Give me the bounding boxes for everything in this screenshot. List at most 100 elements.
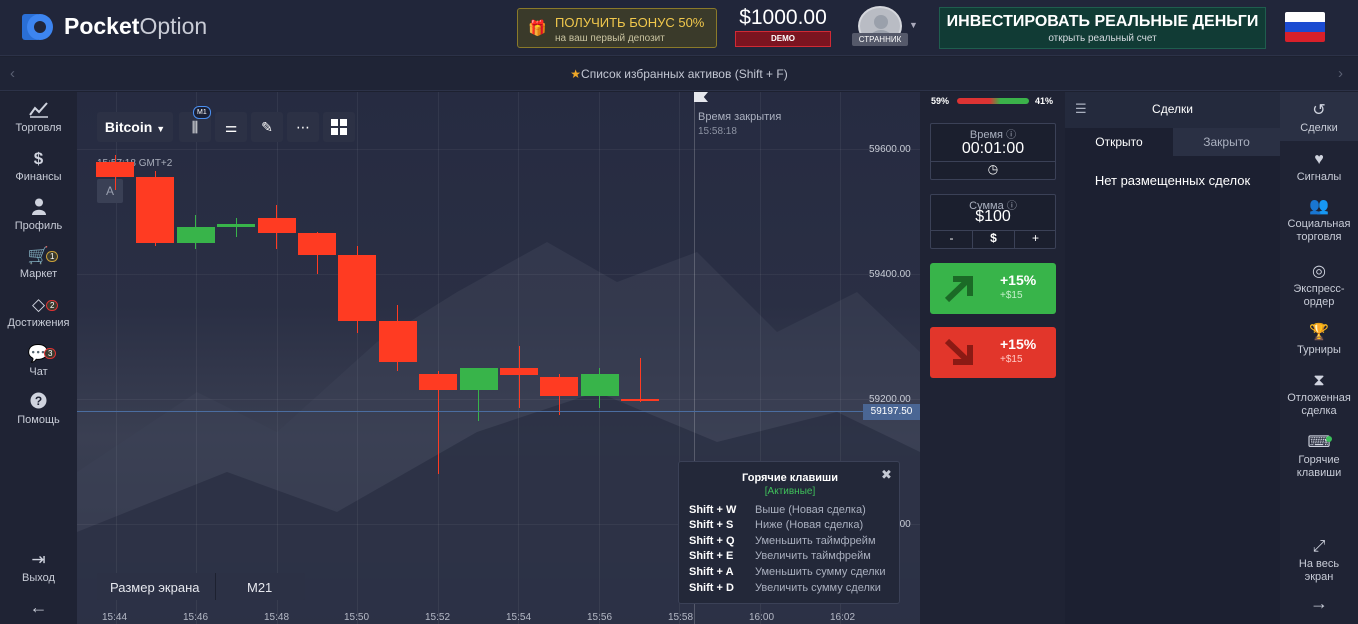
nav-finance[interactable]: $ Финансы (0, 149, 77, 183)
right-nav-signals-label: Сигналы (1296, 171, 1342, 183)
right-nav-social-label: Социальная (1287, 218, 1351, 230)
left-sidebar: Торговля $ Финансы Профиль 🛒 Маркет 1 ◇ … (0, 92, 77, 624)
candle-body (298, 233, 336, 256)
right-nav-fullscreen[interactable]: ⤢ На весь экран (1280, 537, 1358, 584)
nav-market[interactable]: 🛒 Маркет 1 (0, 246, 77, 280)
screen-size-value[interactable]: M21 (247, 580, 272, 595)
right-nav-tournaments-label: Турниры (1297, 344, 1341, 356)
pocket-option-logo-icon[interactable] (22, 12, 56, 42)
right-nav-hotkeys[interactable]: ⌨ Горячие клавиши (1280, 433, 1358, 480)
logo-text[interactable]: PocketOption (64, 13, 207, 40)
hotkey-key: Shift + D (689, 582, 734, 594)
time-tick: 15:46 (183, 612, 209, 623)
invest-real-money-button[interactable]: ИНВЕСТИРОВАТЬ РЕАЛЬНЫЕ ДЕНЬГИ открыть ре… (939, 7, 1266, 49)
user-status-label: СТРАННИК (852, 33, 908, 46)
time-tick: 16:02 (830, 612, 856, 623)
arrow-down-right-icon (944, 338, 973, 365)
invest-subtitle: открыть реальный счет (1048, 33, 1157, 44)
users-icon: 👥 (1309, 198, 1329, 215)
chevron-down-icon[interactable]: ▼ (909, 20, 918, 30)
hourglass-icon: ⧗ (1313, 372, 1325, 389)
amount-field[interactable]: Сумма ⓘ $100 - $ + (930, 194, 1056, 249)
hotkey-action: Уменьшить сумму сделки (755, 566, 886, 578)
time-tick: 15:52 (425, 612, 451, 623)
time-tick: 15:56 (587, 612, 613, 623)
candle-body (338, 255, 377, 321)
candle-body (500, 367, 538, 376)
nav-profile[interactable]: Профиль (0, 198, 77, 232)
dollar-icon: $ (33, 149, 44, 168)
right-nav-express[interactable]: ◎ Экспресс- ордер (1280, 262, 1358, 309)
amount-decrease-button[interactable]: - (931, 231, 972, 245)
buy-up-button[interactable]: +15% +$15 (930, 263, 1056, 314)
amount-value[interactable]: $100 (931, 208, 1055, 226)
screen-size-control[interactable]: Размер экрана M21 (97, 573, 305, 600)
up-profit: +$15 (1000, 290, 1023, 301)
hotkey-action: Выше (Новая сделка) (755, 504, 866, 516)
candle-wick (639, 358, 641, 403)
right-nav-fullscreen-label: На весь (1298, 558, 1340, 570)
arrow-up-right-icon (944, 276, 973, 303)
right-nav-signals[interactable]: ♥ Сигналы (1280, 150, 1358, 184)
right-sidebar: ↺ Сделки ♥ Сигналы 👥 Социальная торговля… (1280, 92, 1358, 624)
deals-header: ☰ Сделки (1065, 92, 1280, 128)
nav-logout[interactable]: ⇥ Выход (0, 550, 77, 584)
collapse-arrow-icon[interactable]: ← (0, 597, 77, 618)
time-tick: 15:44 (102, 612, 128, 623)
nav-trade[interactable]: Торговля (0, 100, 77, 134)
candle-body (96, 161, 134, 178)
sentiment-bar (957, 98, 1029, 104)
target-icon: ◎ (1312, 263, 1326, 280)
russia-flag-icon[interactable] (1285, 12, 1325, 42)
hotkey-key: Shift + Q (689, 535, 735, 547)
candle-body (217, 224, 256, 228)
hotkeys-status: [Активные] (764, 486, 816, 497)
arrow-right-icon[interactable]: → (1280, 594, 1358, 612)
sell-down-button[interactable]: +15% +$15 (930, 327, 1056, 378)
bonus-button[interactable]: 🎁 ПОЛУЧИТЬ БОНУС 50% на ваш первый депоз… (517, 8, 717, 48)
top-bar: PocketOption 🎁 ПОЛУЧИТЬ БОНУС 50% на ваш… (0, 0, 1358, 56)
time-field[interactable]: Время ⓘ 00:01:00 ◷ (930, 123, 1056, 180)
nav-profile-label: Профиль (14, 220, 63, 232)
right-nav-deals[interactable]: ↺ Сделки (1280, 101, 1358, 135)
amount-increase-button[interactable]: + (1015, 231, 1056, 245)
favorites-link[interactable]: ★Список избранных активов (Shift + F) (0, 67, 1358, 81)
account-balance[interactable]: $1000.00 (733, 6, 833, 30)
nav-help[interactable]: ? Помощь (0, 392, 77, 426)
currency-button[interactable]: $ (973, 231, 1014, 245)
heart-pulse-icon: ♥ (1314, 151, 1324, 168)
candle-body (419, 374, 458, 390)
hotkeys-popup: Горячие клавиши [Активные] ✖ Shift + W В… (678, 461, 900, 604)
close-icon[interactable]: ✖ (881, 467, 892, 483)
nav-help-label: Помощь (17, 414, 60, 426)
star-icon: ★ (570, 67, 582, 81)
tab-closed[interactable]: Закрыто (1173, 128, 1280, 156)
chevron-right-icon[interactable]: › (1338, 65, 1343, 82)
nav-achievements[interactable]: ◇ Достижения 2 (0, 295, 77, 329)
candle-body (540, 377, 579, 396)
right-nav-social[interactable]: 👥 Социальная торговля (1280, 197, 1358, 244)
right-nav-fullscreen-label-2: экран (1304, 571, 1334, 583)
time-tick: 16:00 (749, 612, 775, 623)
question-circle-icon: ? (0, 392, 77, 414)
nav-achievements-label: Достижения (7, 317, 70, 329)
hotkey-key: Shift + S (689, 519, 734, 531)
time-tick: 15:48 (264, 612, 290, 623)
tab-open[interactable]: Открыто (1065, 128, 1173, 156)
nav-chat[interactable]: 💬 Чат 3 (0, 344, 77, 378)
candle-body (621, 399, 660, 401)
right-nav-tournaments[interactable]: 🏆 Турниры (1280, 323, 1358, 357)
right-nav-pending[interactable]: ⧗ Отложенная сделка (1280, 371, 1358, 418)
nav-trade-label: Торговля (15, 122, 62, 134)
candle-wick (235, 217, 237, 237)
trade-panel: 59% 41% Время ⓘ 00:01:00 ◷ Сумма ⓘ $100 … (920, 92, 1065, 624)
down-profit: +$15 (1000, 354, 1023, 365)
nav-market-label: Маркет (19, 268, 58, 280)
clock-icon[interactable]: ◷ (931, 162, 1055, 176)
right-nav-hotkeys-label-2: клавиши (1296, 467, 1342, 479)
chat-icon: 💬 (27, 344, 50, 363)
demo-badge[interactable]: DEMO (735, 31, 831, 47)
time-value[interactable]: 00:01:00 (931, 140, 1055, 158)
hotkey-action: Увеличить сумму сделки (755, 582, 881, 594)
chart-line-icon (0, 100, 77, 122)
